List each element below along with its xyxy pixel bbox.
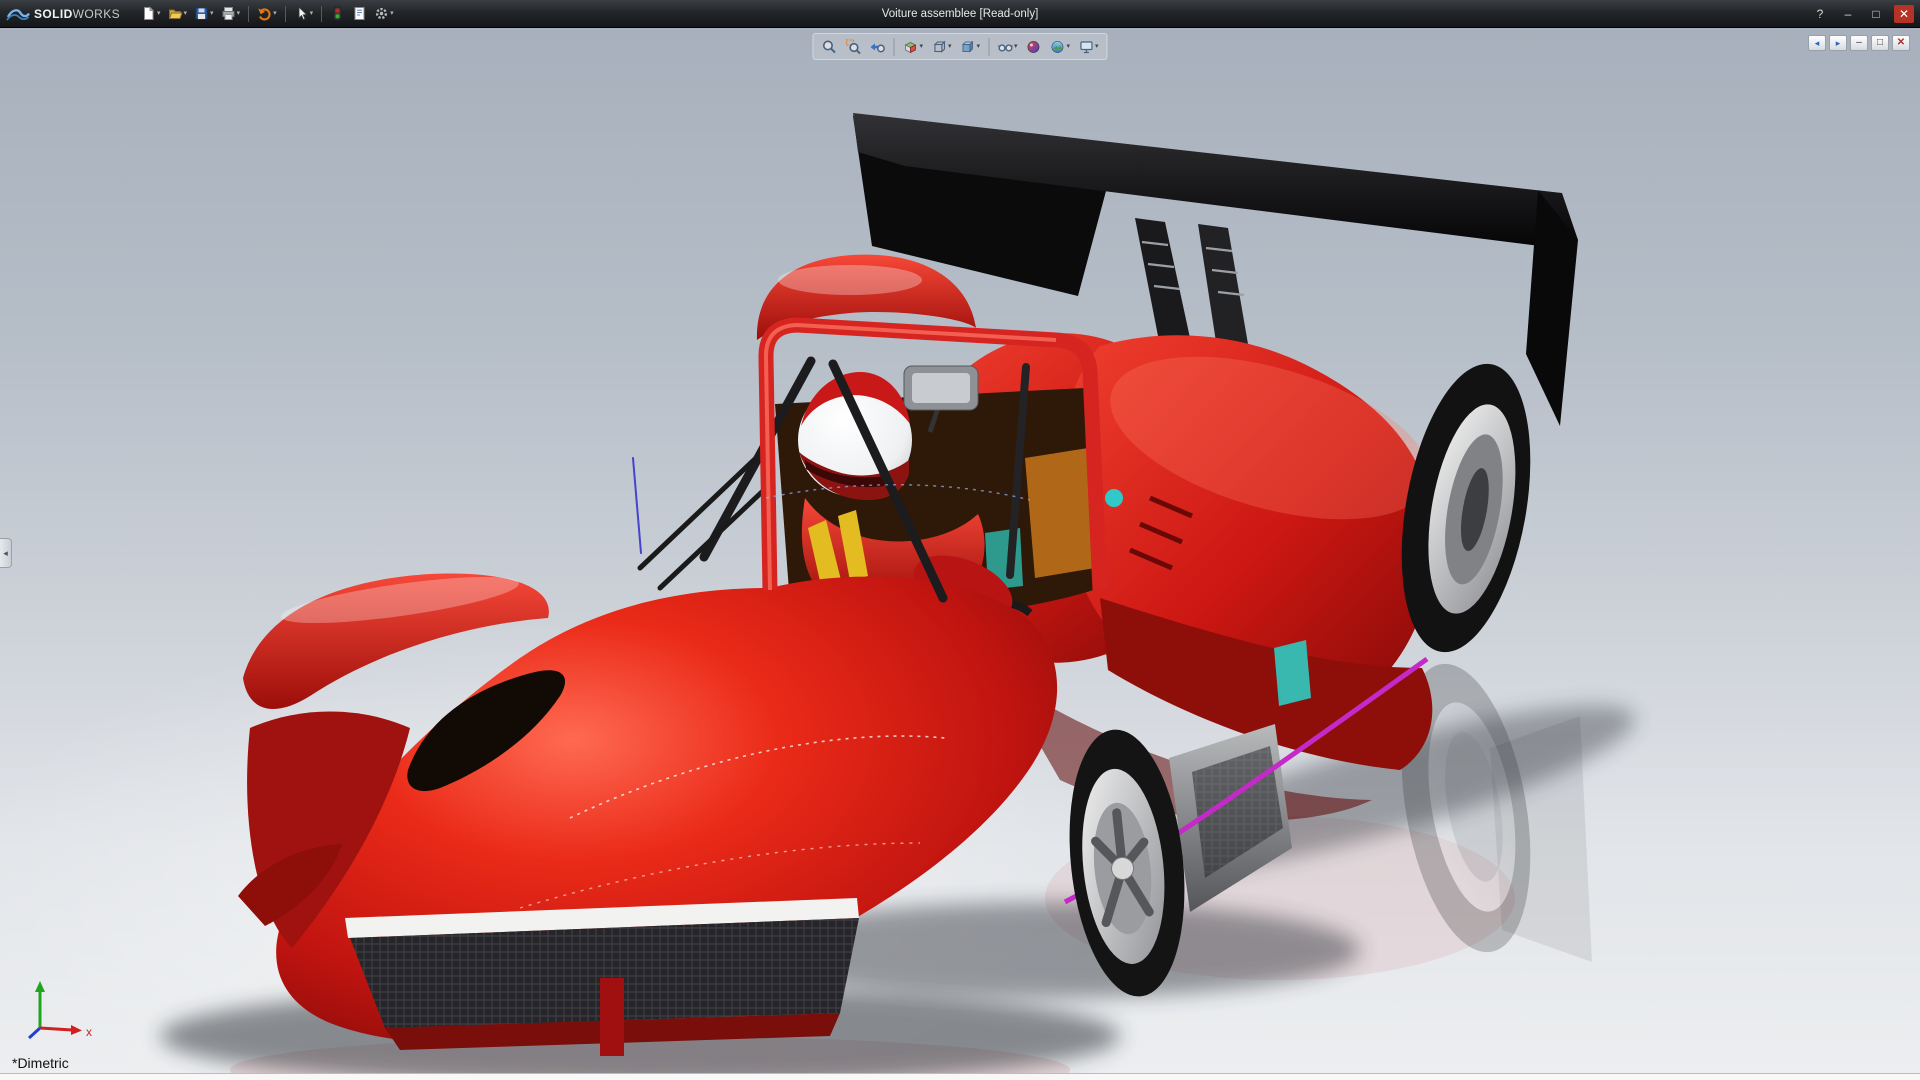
document-close-button[interactable]: ✕ [1892,35,1910,51]
window-controls: ? – □ ✕ [1810,4,1914,23]
dropdown-arrow-icon[interactable]: ▾ [1067,43,1071,50]
view-settings-icon [1079,40,1093,53]
title-bar: SOLIDWORKS ▾ ▾ ▾ ▾ ▾ ▾ ▾ Voiture assembl… [0,0,1920,28]
undo-icon [258,8,271,21]
heads-up-toolbar: ▾ ▾ ▾ ▾ ▾ ▾ [812,33,1108,60]
feature-panel-collapse-tab[interactable]: ◂ [0,538,12,568]
section-view-icon [904,41,917,53]
solidworks-window: SOLIDWORKS ▾ ▾ ▾ ▾ ▾ ▾ ▾ Voiture assembl… [0,0,1920,1080]
section-view-button[interactable]: ▾ [899,35,926,58]
cyan-fitting [1105,489,1123,507]
zoom-to-area-button[interactable] [842,35,864,58]
file-properties-icon [354,7,365,20]
document-window-controls: ◂ ▸ – □ ✕ [1808,35,1910,51]
dropdown-arrow-icon[interactable]: ▾ [210,10,214,17]
previous-view-icon [870,43,885,52]
dropdown-arrow-icon[interactable]: ▾ [310,10,314,17]
main-toolbar: ▾ ▾ ▾ ▾ ▾ ▾ ▾ [138,3,397,25]
hide-show-items-button[interactable]: ▾ [994,35,1021,58]
help-button[interactable]: ? [1810,5,1830,23]
display-style-icon [962,40,974,52]
new-document-button[interactable]: ▾ [138,3,164,25]
x-axis-label: x [86,1025,92,1039]
dropdown-arrow-icon[interactable]: ▾ [273,10,277,17]
cyan-door-panel [1274,640,1311,706]
minimize-button[interactable]: – [1838,5,1858,23]
x-axis [39,1026,73,1032]
3ds-logo-icon [6,8,30,21]
file-properties-button[interactable] [349,3,370,25]
previous-document-button[interactable]: ◂ [1808,35,1826,51]
toolbar-separator [988,37,989,56]
open-folder-icon [168,9,183,19]
window-title: Voiture assemblee [Read-only] [881,7,1039,20]
dropdown-arrow-icon[interactable]: ▾ [976,43,980,50]
zoom-to-fit-icon [822,40,836,53]
print-icon [222,7,235,20]
select-cursor-icon [298,6,308,21]
display-style-button[interactable]: ▾ [956,35,983,58]
view-orientation-label: *Dimetric [12,1055,69,1071]
options-button[interactable]: ▾ [371,3,397,25]
zoom-to-area-icon [845,38,861,54]
save-button[interactable]: ▾ [191,3,217,25]
dropdown-arrow-icon[interactable]: ▾ [948,43,952,50]
dropdown-arrow-icon[interactable]: ▾ [390,10,394,17]
save-icon [195,7,208,20]
view-settings-button[interactable]: ▾ [1075,35,1102,58]
select-button[interactable]: ▾ [291,3,317,25]
graphics-viewport[interactable]: ▾ ▾ ▾ ▾ ▾ ▾ ◂ ▸ – □ ✕ ◂ x *Dimetric [0,28,1920,1080]
dropdown-arrow-icon[interactable]: ▾ [237,10,241,17]
apply-scene-icon [1051,40,1064,53]
status-bar-edge [0,1073,1920,1080]
dropdown-arrow-icon[interactable]: ▾ [157,10,161,17]
dropdown-arrow-icon[interactable]: ▾ [919,43,923,50]
splitter-pylon [600,978,624,1056]
dropdown-arrow-icon[interactable]: ▾ [1095,43,1099,50]
undo-button[interactable]: ▾ [254,3,280,25]
open-button[interactable]: ▾ [165,3,191,25]
new-document-icon [144,6,155,20]
view-orientation-icon [933,40,946,53]
cockpit-orange-panel [1025,448,1095,578]
edit-appearance-button[interactable] [1023,35,1045,58]
view-orientation-button[interactable]: ▾ [928,35,955,58]
dropdown-arrow-icon[interactable]: ▾ [184,10,188,17]
apply-scene-button[interactable]: ▾ [1047,35,1074,58]
hide-show-glasses-icon [997,43,1013,52]
z-axis [27,1026,42,1040]
document-minimize-button[interactable]: – [1850,35,1868,51]
fender-highlight [778,265,922,295]
rebuild-stoplight-icon [333,6,342,21]
toolbar-separator [321,5,323,22]
next-document-button[interactable]: ▸ [1829,35,1847,51]
solidworks-logo: SOLIDWORKS [6,6,120,22]
edit-appearance-icon [1027,40,1040,53]
dropdown-arrow-icon[interactable]: ▾ [1014,43,1018,50]
model-render [160,113,1636,1080]
zoom-to-fit-button[interactable] [818,35,840,58]
rebuild-button[interactable] [327,3,348,25]
brand-name: SOLIDWORKS [34,6,121,21]
toolbar-separator [248,5,250,22]
orientation-triad: x [27,981,92,1040]
close-button[interactable]: ✕ [1894,4,1914,23]
print-button[interactable]: ▾ [218,3,244,25]
toolbar-separator [284,5,286,22]
document-restore-button[interactable]: □ [1871,35,1889,51]
maximize-button[interactable]: □ [1866,5,1886,23]
toolbar-separator [893,37,895,56]
options-gear-icon [376,7,388,20]
previous-view-button[interactable] [866,35,888,58]
